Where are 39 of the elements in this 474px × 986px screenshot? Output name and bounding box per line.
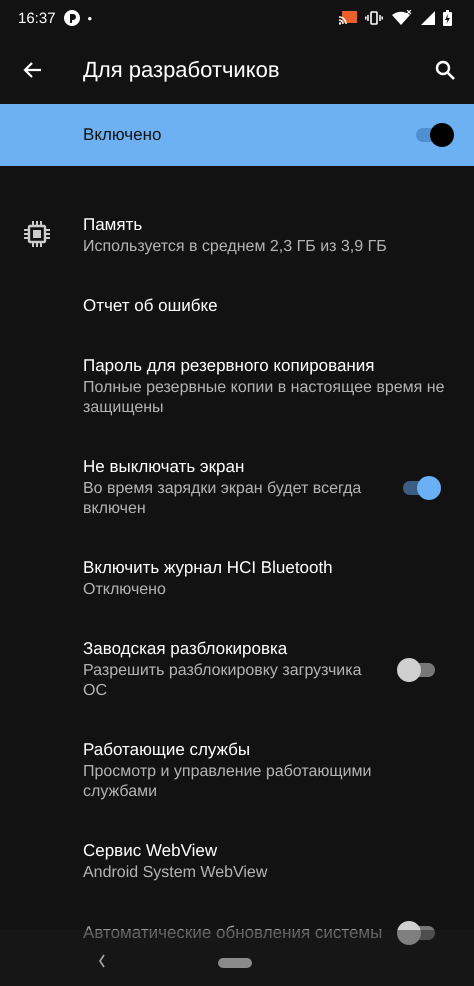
setting-title: Сервис WebView [83, 840, 218, 862]
setting-title: Работающие службы [83, 739, 252, 761]
app-notification-icon [64, 10, 80, 26]
setting-summary: Разрешить разблокировку загрузчика ОС [83, 661, 362, 701]
settings-item[interactable]: Не выключать экран Во время зарядки экран будет всегда включен [0, 438, 474, 539]
battery-icon [443, 10, 452, 26]
wifi-icon [391, 10, 413, 26]
settings-item[interactable]: Пароль для резервного копирования Полные резервные копии в настоящее время не защищены [0, 337, 474, 438]
settings-item[interactable]: Работающие службы Просмотр и управление работающими службами [0, 721, 474, 822]
setting-summary: Полные резервные копии в настоящее время не защищены [83, 378, 446, 418]
setting-summary: Отключено [83, 580, 167, 600]
settings-item[interactable]: Память Используется в среднем 2,3 ГБ из 3,9 ГБ [0, 196, 474, 277]
vibrate-icon [365, 11, 383, 25]
search-button[interactable] [433, 58, 457, 82]
clock: 16:37 [18, 10, 56, 26]
setting-title: Автоматические обновления системы [83, 922, 383, 944]
setting-title: Заводская разблокировка [83, 638, 288, 660]
setting-title: Включить журнал HCI Bluetooth [83, 557, 334, 579]
cast-icon [339, 11, 357, 25]
settings-item[interactable]: Отчет об ошибке [0, 277, 474, 337]
settings-item[interactable]: Сервис WebView Android System WebView [0, 822, 474, 903]
setting-title: Пароль для резервного копирования [83, 355, 376, 377]
signal-icon [421, 11, 435, 25]
master-switch-bar[interactable]: Включено [0, 104, 474, 166]
home-gesture-pill[interactable] [218, 958, 252, 968]
settings-item[interactable]: Заводская разблокировка Разрешить разблокировку загрузчика ОС [0, 620, 474, 721]
settings-item[interactable]: Включить журнал HCI Bluetooth Отключено [0, 539, 474, 620]
back-gesture-icon[interactable] [98, 954, 106, 968]
setting-summary: Android System WebView [83, 863, 268, 883]
switch-label: Включено [83, 125, 162, 145]
setting-title: Отчет об ошибке [83, 295, 219, 317]
notification-dot: • [88, 10, 92, 26]
memory-chip-icon [23, 220, 51, 248]
setting-title: Не выключать экран [83, 456, 246, 478]
setting-summary: Во время зарядки экран будет всегда включен [83, 479, 362, 519]
setting-summary: Используется в среднем 2,3 ГБ из 3,9 ГБ [83, 237, 388, 257]
page-title: Для разработчиков [83, 57, 281, 83]
setting-title: Память [83, 214, 144, 236]
setting-summary: Просмотр и управление работающими службами [83, 762, 372, 802]
